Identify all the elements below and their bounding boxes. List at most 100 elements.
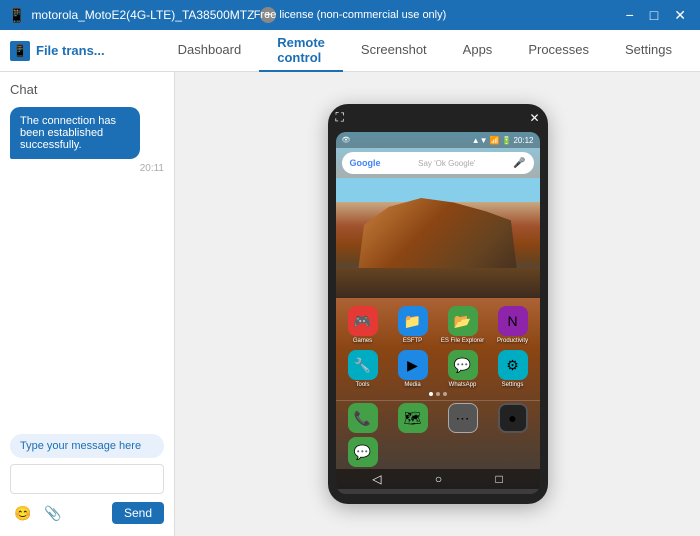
- tab-screenshot[interactable]: Screenshot: [343, 30, 445, 72]
- recents-button[interactable]: □: [496, 472, 503, 486]
- dock-all-apps[interactable]: ⋯: [440, 403, 486, 433]
- chat-input-placeholder-label: Type your message here: [10, 434, 164, 458]
- app-grid-row2: 🔧 Tools ▶ Media 💬 WhatsApp ⚙ Settings: [336, 348, 540, 390]
- settings-label: Settings: [502, 382, 524, 388]
- tab-settings[interactable]: Settings: [607, 30, 690, 72]
- status-bar: 👁 ▲▼ 📶 🔋 20:12: [336, 132, 540, 148]
- es-icon-img: 📂: [448, 306, 478, 336]
- logo-text: File trans...: [36, 43, 105, 58]
- home-button[interactable]: ○: [435, 472, 442, 486]
- phone-area: ⛶ ✕ 👁 ▲▼ 📶 🔋 20:12: [175, 72, 700, 536]
- chat-messages: The connection has been established succ…: [10, 107, 164, 426]
- chat-message-text: The connection has been established succ…: [20, 115, 116, 151]
- chat-time: 20:11: [10, 163, 164, 174]
- chat-input[interactable]: [10, 464, 164, 494]
- dock-messages[interactable]: 💬: [340, 437, 386, 467]
- license-text: Free license (non-commercial use only): [254, 9, 447, 21]
- tab-remote-control[interactable]: Remote control: [259, 30, 343, 72]
- dock-camera-icon: ●: [498, 403, 528, 433]
- wifi-icon: ▲▼: [472, 136, 488, 145]
- chat-label: Chat: [10, 82, 164, 97]
- esftp-icon-img: 📁: [398, 306, 428, 336]
- phone-frame-controls: ⛶ ✕: [336, 110, 540, 125]
- nav-bar: 📱 File trans... Dashboard Remote control…: [0, 30, 700, 72]
- chat-bubble: The connection has been established succ…: [10, 107, 140, 159]
- title-bar: 📱 motorola_MotoE2(4G-LTE)_TA38500MTZ + F…: [0, 0, 700, 30]
- games-icon-img: 🎮: [348, 306, 378, 336]
- nav-tabs: Dashboard Remote control Screenshot Apps…: [160, 30, 690, 72]
- app-grid-row1: 🎮 Games 📁 ESFTP 📂 ES File Explorer N Pro…: [336, 302, 540, 348]
- phone-close-icon[interactable]: ✕: [529, 111, 539, 125]
- landscape-ground: [336, 268, 540, 298]
- status-eye-icon: 👁: [342, 136, 351, 144]
- esftp-label: ESFTP: [403, 338, 422, 344]
- google-search-bar[interactable]: Google Say 'Ok Google' 🎤: [342, 152, 534, 174]
- tools-label: Tools: [355, 382, 369, 388]
- media-icon-img: ▶: [398, 350, 428, 380]
- phone-dock: 📞 🗺 ⋯ ● 💬: [336, 400, 540, 469]
- phone-screen: 👁 ▲▼ 📶 🔋 20:12 Google Say 'Ok Google' 🎤: [336, 132, 540, 494]
- send-button[interactable]: Send: [112, 502, 164, 524]
- app-icon-tools[interactable]: 🔧 Tools: [340, 350, 386, 388]
- app-icon-esftp[interactable]: 📁 ESFTP: [390, 306, 436, 344]
- phone-frame: ⛶ ✕ 👁 ▲▼ 📶 🔋 20:12: [328, 104, 548, 504]
- chat-actions: 😊 📎 Send: [10, 500, 164, 526]
- es-label: ES File Explorer: [441, 338, 484, 344]
- logo-icon: 📱: [10, 41, 30, 61]
- attachment-button[interactable]: 📎: [40, 500, 66, 526]
- time-display: 20:12: [513, 136, 533, 145]
- sidebar: Chat The connection has been established…: [0, 72, 175, 536]
- dot-2: [436, 392, 440, 396]
- app-icon-settings[interactable]: ⚙ Settings: [490, 350, 536, 388]
- tab-processes[interactable]: Processes: [510, 30, 607, 72]
- settings-icon-img: ⚙: [498, 350, 528, 380]
- google-logo: Google: [350, 158, 381, 168]
- dock-camera[interactable]: ●: [490, 403, 536, 433]
- minimize-button[interactable]: −: [620, 5, 640, 25]
- productivity-label: Productivity: [497, 338, 528, 344]
- dock-phone[interactable]: 📞: [340, 403, 386, 433]
- tools-icon-img: 🔧: [348, 350, 378, 380]
- title-bar-left: 📱 motorola_MotoE2(4G-LTE)_TA38500MTZ +: [8, 7, 276, 24]
- whatsapp-label: WhatsApp: [449, 382, 477, 388]
- dock-apps-icon: ⋯: [448, 403, 478, 433]
- dock-phone-icon: 📞: [348, 403, 378, 433]
- status-right: ▲▼ 📶 🔋 20:12: [472, 136, 534, 145]
- phone-wallpaper: [336, 178, 540, 298]
- games-label: Games: [353, 338, 372, 344]
- phone-nav-bar: ◁ ○ □: [336, 469, 540, 489]
- status-left: 👁: [342, 136, 351, 144]
- chat-input-area: Type your message here 😊 📎 Send: [10, 426, 164, 526]
- productivity-icon-img: N: [498, 306, 528, 336]
- nav-logo: 📱 File trans...: [10, 41, 160, 61]
- dock-messages-icon: 💬: [348, 437, 378, 467]
- window-title: motorola_MotoE2(4G-LTE)_TA38500MTZ: [31, 8, 254, 22]
- tab-apps[interactable]: Apps: [445, 30, 511, 72]
- google-mic-icon[interactable]: 🎤: [513, 158, 525, 169]
- window-controls: − □ ✕: [620, 5, 692, 25]
- tab-dashboard[interactable]: Dashboard: [160, 30, 260, 72]
- app-icon-whatsapp[interactable]: 💬 WhatsApp: [440, 350, 486, 388]
- emoji-button[interactable]: 😊: [10, 500, 36, 526]
- back-button[interactable]: ◁: [372, 472, 381, 486]
- media-label: Media: [404, 382, 420, 388]
- phone-expand-icon[interactable]: ⛶: [336, 110, 344, 125]
- app-icon-media[interactable]: ▶ Media: [390, 350, 436, 388]
- battery-icon: 🔋: [502, 136, 512, 145]
- app-icon-productivity[interactable]: N Productivity: [490, 306, 536, 344]
- app-icon: 📱: [8, 7, 25, 24]
- signal-icon: 📶: [490, 136, 500, 145]
- google-placeholder: Say 'Ok Google': [418, 159, 475, 168]
- dot-1: [429, 392, 433, 396]
- dock-maps-icon: 🗺: [398, 403, 428, 433]
- logo-symbol: 📱: [13, 44, 28, 58]
- app-icon-es-file-explorer[interactable]: 📂 ES File Explorer: [440, 306, 486, 344]
- page-dots: [336, 390, 540, 398]
- whatsapp-icon-img: 💬: [448, 350, 478, 380]
- dock-maps[interactable]: 🗺: [390, 403, 436, 433]
- main-content: Chat The connection has been established…: [0, 72, 700, 536]
- maximize-button[interactable]: □: [644, 5, 664, 25]
- close-button[interactable]: ✕: [668, 5, 692, 25]
- dot-3: [443, 392, 447, 396]
- app-icon-games[interactable]: 🎮 Games: [340, 306, 386, 344]
